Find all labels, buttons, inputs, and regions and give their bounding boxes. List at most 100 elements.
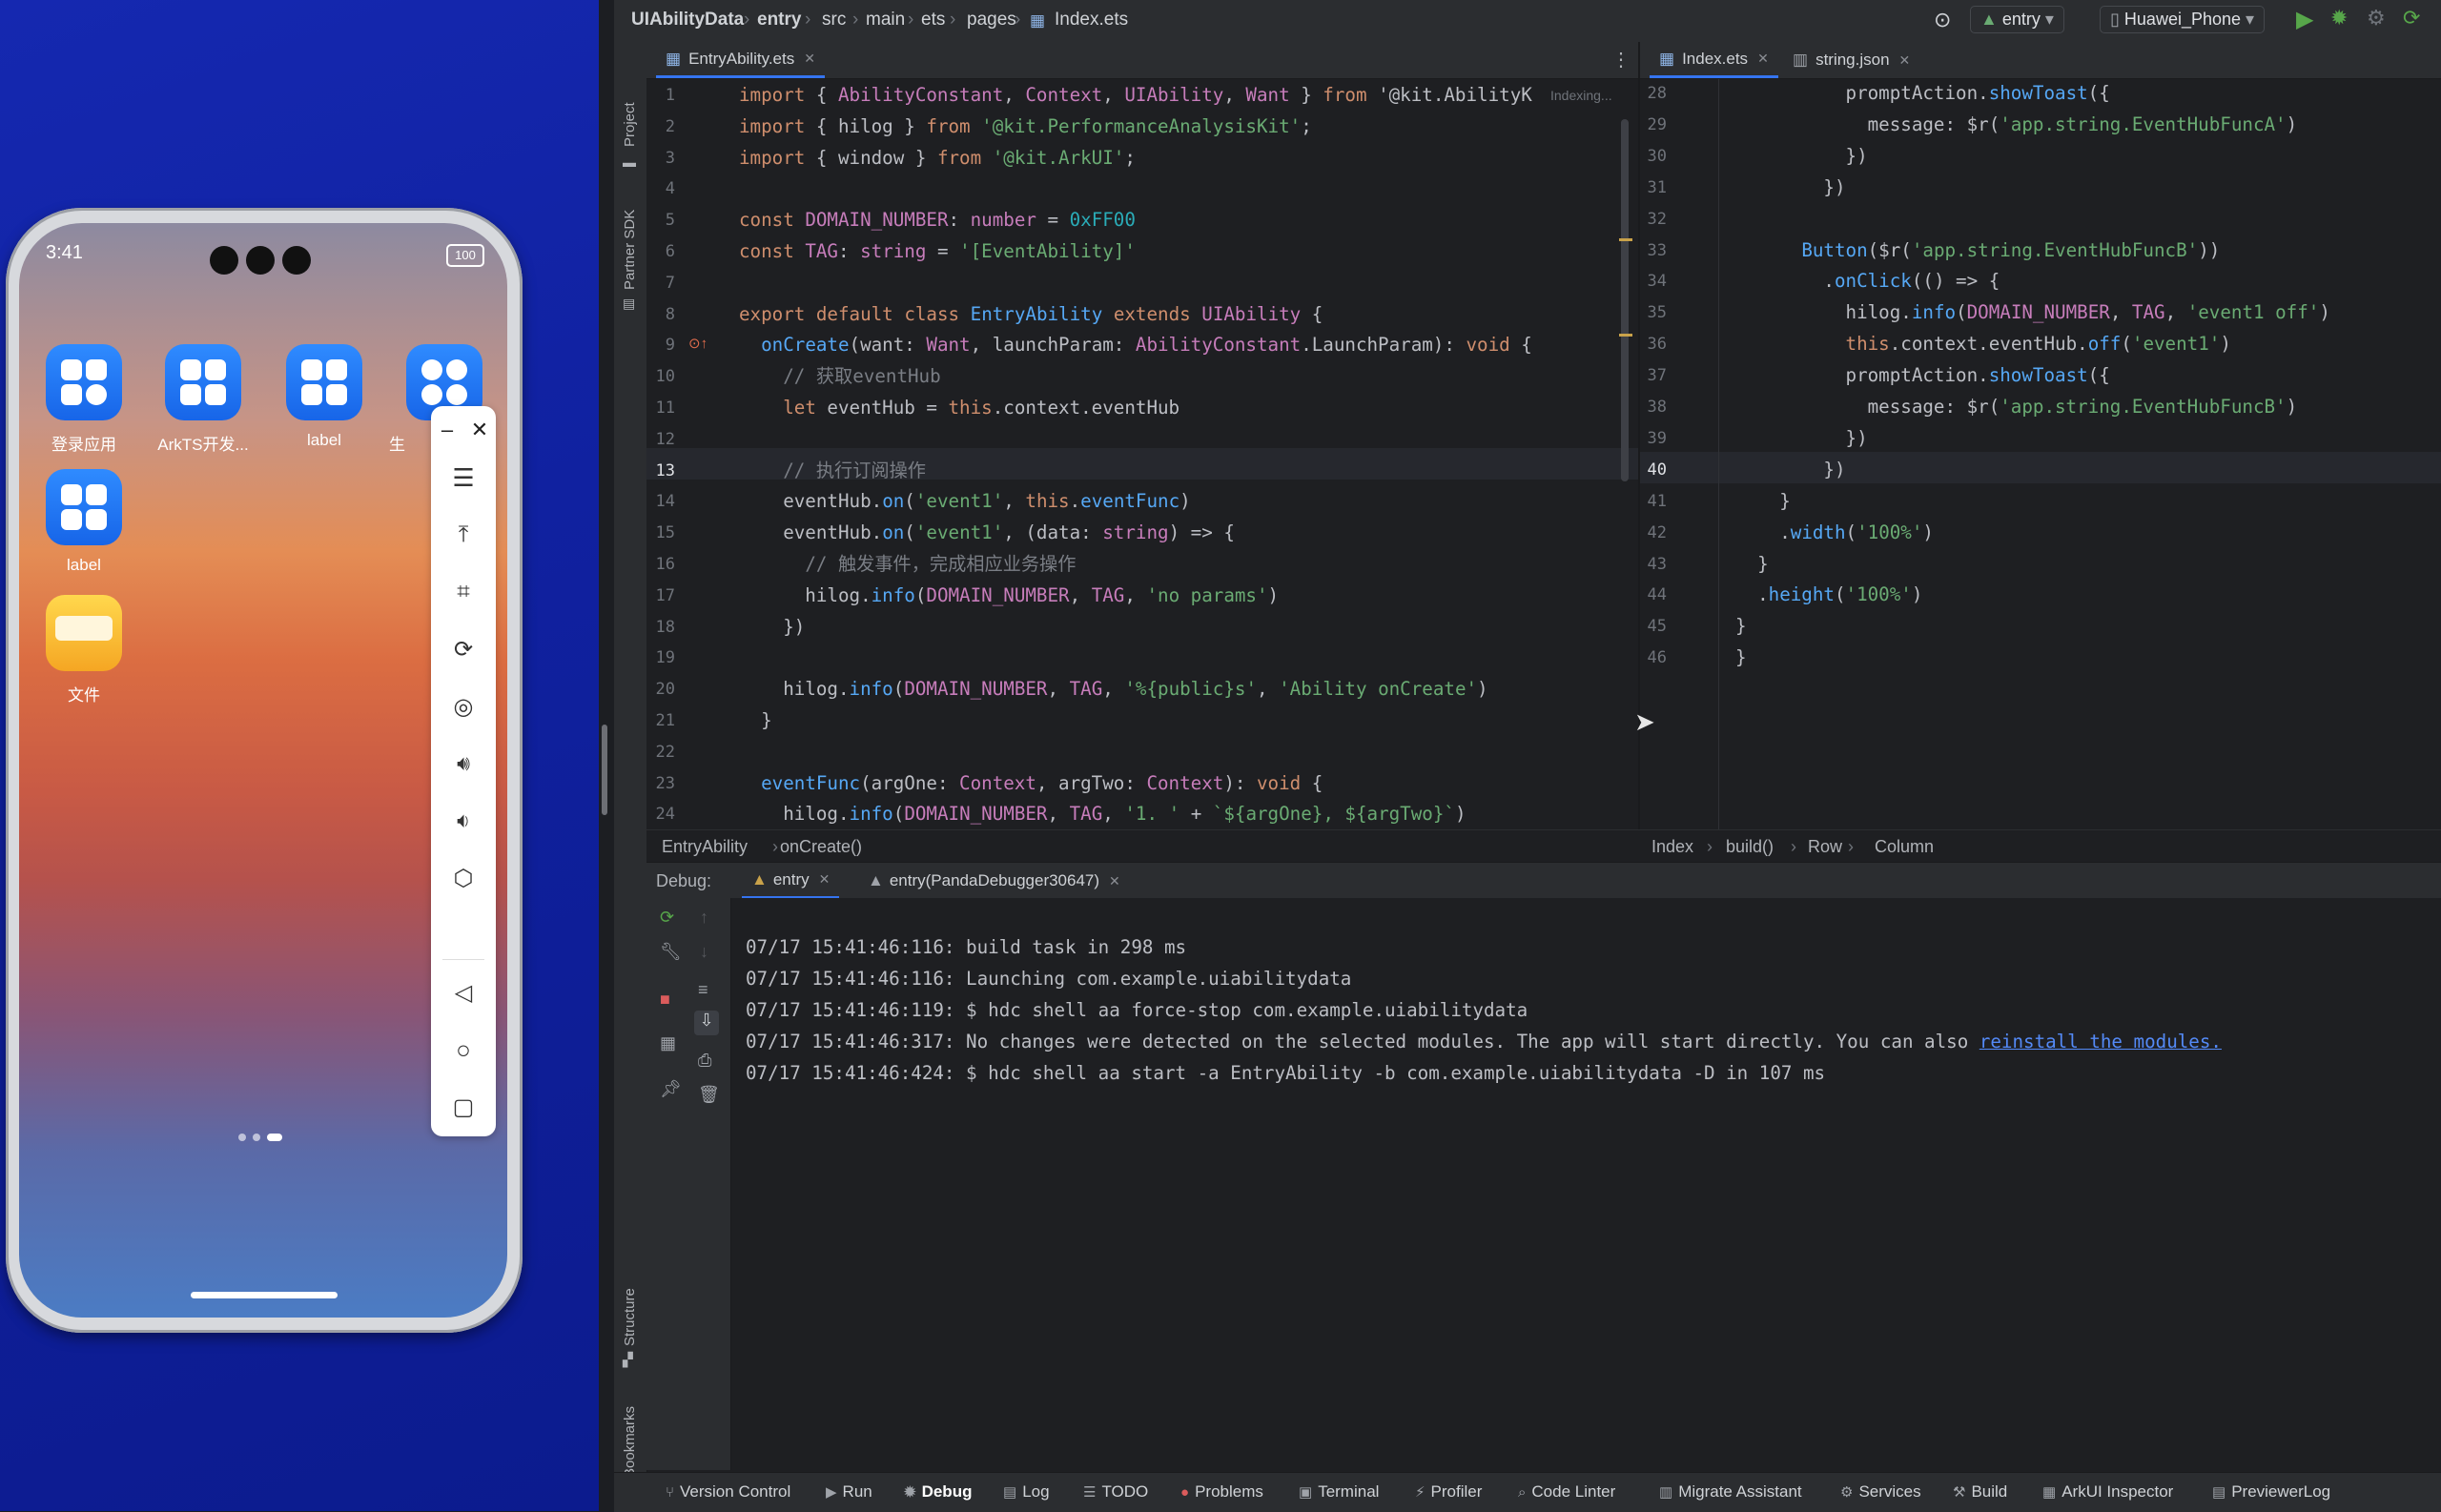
- code-line[interactable]: message: $r('app.string.EventHubFuncB'): [1735, 391, 2298, 422]
- scroll-to-end-icon[interactable]: ⇩: [694, 1011, 719, 1035]
- trash-icon[interactable]: 🗑︎: [698, 1085, 720, 1105]
- tool-version-control[interactable]: ⑂ Version Control: [666, 1482, 790, 1502]
- rerun-icon[interactable]: ⟳: [660, 908, 674, 928]
- device-select[interactable]: ▯ Huawei_Phone ▾: [2100, 6, 2266, 33]
- code-line[interactable]: onCreate(want: Want, launchParam: Abilit…: [739, 329, 1532, 360]
- tool-profiler[interactable]: ⚡︎ Profiler: [1415, 1482, 1482, 1502]
- close-icon[interactable]: ✕: [1899, 52, 1911, 69]
- code-line[interactable]: .width('100%'): [1735, 517, 1934, 548]
- tool-build[interactable]: ⚒ Build: [1953, 1482, 2007, 1502]
- breadcrumb-item[interactable]: main: [866, 10, 905, 31]
- back-icon[interactable]: ◁: [431, 969, 496, 1016]
- stop-icon[interactable]: ■: [660, 990, 670, 1010]
- tool-problems[interactable]: ● Problems: [1180, 1482, 1263, 1502]
- project-tool-label[interactable]: Project: [622, 102, 638, 147]
- override-gutter-icon[interactable]: ⊙↑: [688, 335, 708, 352]
- down-arrow-icon[interactable]: ↓: [700, 942, 708, 962]
- code-line[interactable]: }: [1735, 485, 1791, 517]
- volume-down-icon[interactable]: 🔉︎: [431, 797, 496, 845]
- soft-wrap-icon[interactable]: ≡: [698, 980, 708, 1000]
- crop-icon[interactable]: ⌗: [431, 568, 496, 616]
- tool-run[interactable]: ▶ Run: [826, 1482, 872, 1502]
- tool-log[interactable]: ▤ Log: [1003, 1482, 1050, 1502]
- breadcrumb-item[interactable]: ets: [921, 10, 945, 31]
- breadcrumb-item[interactable]: src: [822, 10, 846, 31]
- code-line[interactable]: import { hilog } from '@kit.PerformanceA…: [739, 111, 1312, 142]
- code-line[interactable]: hilog.info(DOMAIN_NUMBER, TAG, 'no param…: [739, 580, 1279, 611]
- files-app-icon[interactable]: [46, 595, 122, 671]
- partner-sdk-tool-label[interactable]: Partner SDK: [622, 210, 638, 290]
- code-line[interactable]: this.context.eventHub.off('event1'): [1735, 328, 2231, 359]
- code-line[interactable]: promptAction.showToast({: [1735, 359, 2110, 391]
- pin-top-icon[interactable]: ⤒: [431, 511, 496, 559]
- code-line[interactable]: }: [1735, 610, 1747, 642]
- code-line[interactable]: promptAction.showToast({: [1735, 77, 2110, 109]
- crumb-struct[interactable]: Index: [1651, 837, 1693, 857]
- tab-debug-entry[interactable]: ▲ entry ✕: [742, 863, 840, 899]
- code-line[interactable]: // 触发事件，完成相应业务操作: [739, 548, 1076, 580]
- up-arrow-icon[interactable]: ↑: [700, 908, 708, 928]
- run-icon[interactable]: ▶: [2296, 6, 2313, 33]
- code-line[interactable]: const TAG: string = '[EventAbility]': [739, 235, 1136, 267]
- tool-todo[interactable]: ☰ TODO: [1083, 1482, 1148, 1502]
- attach-debugger-icon[interactable]: ⚙: [2367, 6, 2386, 31]
- editor-scrollbar[interactable]: [1621, 119, 1629, 481]
- close-icon[interactable]: ✕: [819, 871, 831, 888]
- code-line[interactable]: // 执行订阅操作: [739, 455, 926, 486]
- code-line[interactable]: }): [1735, 454, 1845, 485]
- code-line[interactable]: import { window } from '@kit.ArkUI';: [739, 142, 1136, 174]
- structure-tool-label[interactable]: Structure: [622, 1288, 638, 1346]
- recents-icon[interactable]: ▢: [431, 1083, 496, 1131]
- code-line[interactable]: hilog.info(DOMAIN_NUMBER, TAG, '1. ' + `…: [739, 798, 1466, 829]
- app-icon-label[interactable]: [286, 344, 362, 420]
- restart-icon[interactable]: ⟳: [2403, 6, 2420, 31]
- close-icon[interactable]: ✕: [804, 51, 815, 67]
- code-line[interactable]: .height('100%'): [1735, 579, 1922, 610]
- code-line[interactable]: }: [739, 705, 772, 736]
- code-line[interactable]: }: [1735, 642, 1747, 673]
- code-line[interactable]: message: $r('app.string.EventHubFuncA'): [1735, 109, 2298, 140]
- tool-migrate-assistant[interactable]: ▥ Migrate Assistant: [1659, 1482, 1802, 1502]
- breadcrumb-file[interactable]: Index.ets: [1055, 10, 1128, 31]
- menu-icon[interactable]: ☰: [431, 454, 496, 501]
- rotate-icon[interactable]: ⟳: [431, 625, 496, 673]
- layout-icon[interactable]: ▦: [660, 1033, 676, 1053]
- home-icon[interactable]: ○: [431, 1026, 496, 1073]
- run-config-select[interactable]: ▲ entry ▾: [1970, 6, 2064, 33]
- code-line[interactable]: }): [1735, 422, 1868, 454]
- code-line[interactable]: // 获取eventHub: [739, 360, 940, 392]
- tab-debug-panda[interactable]: ▲ entry(PandaDebugger30647) ✕: [858, 863, 1130, 899]
- tab-string-json[interactable]: ▥ string.json ✕: [1783, 42, 1919, 78]
- crumb-method[interactable]: onCreate(): [780, 837, 862, 857]
- home-indicator[interactable]: [191, 1292, 338, 1298]
- crumb-build[interactable]: build(): [1726, 837, 1774, 857]
- tool-debug[interactable]: ✹ Debug: [904, 1482, 972, 1502]
- tool-terminal[interactable]: ▣ Terminal: [1299, 1482, 1379, 1502]
- app-icon-login[interactable]: [46, 344, 122, 420]
- code-line[interactable]: }): [739, 611, 805, 643]
- tab-entryability[interactable]: ▦ EntryAbility.ets ✕: [656, 42, 825, 78]
- settings-wrench-icon[interactable]: 🔧︎: [660, 942, 682, 962]
- reinstall-modules-link[interactable]: reinstall the modules.: [1979, 1031, 2222, 1052]
- code-line[interactable]: import { AbilityConstant, Context, UIAbi…: [739, 79, 1532, 111]
- code-line[interactable]: .onClick(() => {: [1735, 265, 2000, 296]
- tool-previewer-log[interactable]: ▤ PreviewerLog: [2212, 1482, 2330, 1502]
- tool-code-linter[interactable]: ⌕ Code Linter: [1518, 1482, 1615, 1502]
- code-line[interactable]: Button($r('app.string.EventHubFuncB')): [1735, 235, 2220, 266]
- breadcrumb-item[interactable]: entry: [757, 10, 801, 31]
- crumb-column[interactable]: Column: [1875, 837, 1934, 857]
- screenshot-icon[interactable]: ◎: [431, 683, 496, 730]
- code-line[interactable]: eventHub.on('event1', (data: string) => …: [739, 517, 1235, 548]
- code-line[interactable]: hilog.info(DOMAIN_NUMBER, TAG, '%{public…: [739, 673, 1487, 705]
- crumb-row[interactable]: Row: [1808, 837, 1842, 857]
- app-icon-label[interactable]: [46, 469, 122, 545]
- breadcrumb-item[interactable]: pages: [967, 10, 1016, 31]
- code-line[interactable]: const DOMAIN_NUMBER: number = 0xFF00: [739, 204, 1136, 235]
- app-icon-arkts[interactable]: [165, 344, 241, 420]
- target-icon[interactable]: ⊙: [1934, 8, 1951, 32]
- tool-services[interactable]: ⚙ Services: [1840, 1482, 1921, 1502]
- code-line[interactable]: hilog.info(DOMAIN_NUMBER, TAG, 'event1 o…: [1735, 296, 2330, 328]
- print-icon[interactable]: ⎙: [698, 1051, 711, 1071]
- code-line[interactable]: }): [1735, 140, 1868, 172]
- more-icon[interactable]: ⋮: [1611, 48, 1631, 72]
